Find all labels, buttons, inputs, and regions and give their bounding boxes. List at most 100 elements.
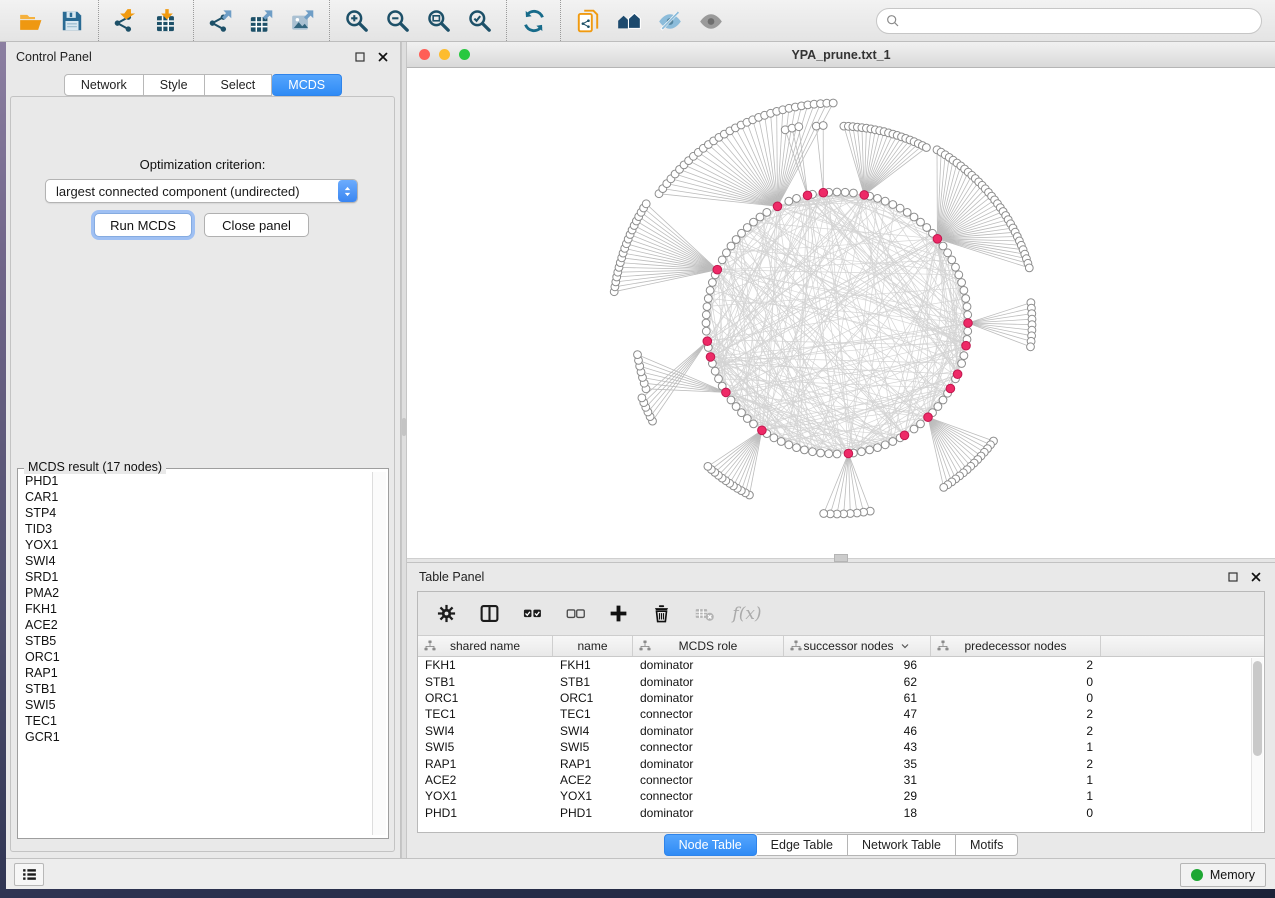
network-dominator-node[interactable] <box>953 370 962 379</box>
network-node[interactable] <box>703 303 711 311</box>
mcds-result-item[interactable]: SWI5 <box>25 697 370 713</box>
table-cell[interactable]: 43 <box>784 740 931 754</box>
table-cell[interactable]: dominator <box>633 806 784 820</box>
import-table-button[interactable] <box>146 4 187 38</box>
tab-mcds[interactable]: MCDS <box>272 74 342 96</box>
task-history-button[interactable] <box>14 863 44 886</box>
network-hscroll-thumb[interactable] <box>834 554 848 562</box>
network-node[interactable] <box>634 351 642 359</box>
network-node[interactable] <box>960 287 968 295</box>
table-cell[interactable]: SWI4 <box>418 724 553 738</box>
network-node[interactable] <box>777 438 785 446</box>
tab-select[interactable]: Select <box>205 74 273 96</box>
network-node[interactable] <box>889 438 897 446</box>
table-cell[interactable]: ACE2 <box>553 773 633 787</box>
mcds-result-item[interactable]: ACE2 <box>25 617 370 633</box>
network-dominator-node[interactable] <box>962 341 971 350</box>
network-node[interactable] <box>948 256 956 264</box>
first-neighbors-button[interactable] <box>608 4 649 38</box>
network-node[interactable] <box>955 271 963 279</box>
export-table-button[interactable] <box>241 4 282 38</box>
tab-network[interactable]: Network <box>64 74 144 96</box>
network-node[interactable] <box>964 327 972 335</box>
table-row[interactable]: STB1STB1dominator620 <box>418 673 1264 689</box>
column-header-predecessor-nodes[interactable]: predecessor nodes <box>931 636 1101 656</box>
network-node[interactable] <box>903 209 911 217</box>
table-cell[interactable]: 61 <box>784 691 931 705</box>
network-dominator-node[interactable] <box>722 388 731 397</box>
network-node[interactable] <box>702 319 710 327</box>
network-node[interactable] <box>795 123 803 131</box>
network-node[interactable] <box>715 375 723 383</box>
split-columns-button[interactable] <box>477 602 501 626</box>
refresh-button[interactable] <box>513 4 554 38</box>
table-row[interactable]: TEC1TEC1connector472 <box>418 706 1264 722</box>
result-scrollbar[interactable] <box>372 472 386 835</box>
network-node[interactable] <box>825 450 833 458</box>
table-cell[interactable]: PHD1 <box>418 806 553 820</box>
network-node[interactable] <box>820 510 828 518</box>
table-cell[interactable]: 1 <box>931 740 1101 754</box>
tab-edge-table[interactable]: Edge Table <box>757 834 848 856</box>
table-cell[interactable]: 18 <box>784 806 931 820</box>
network-node[interactable] <box>952 263 960 271</box>
mcds-result-item[interactable]: STB1 <box>25 681 370 697</box>
table-cell[interactable]: FKH1 <box>553 658 633 672</box>
network-node[interactable] <box>711 367 719 375</box>
network-node[interactable] <box>732 403 740 411</box>
zoom-out-button[interactable] <box>377 4 418 38</box>
table-cell[interactable]: 47 <box>784 707 931 721</box>
zoom-in-button[interactable] <box>336 4 377 38</box>
tab-network-table[interactable]: Network Table <box>848 834 956 856</box>
table-cell[interactable]: dominator <box>633 675 784 689</box>
network-node[interactable] <box>889 201 897 209</box>
network-dominator-node[interactable] <box>803 191 812 200</box>
network-node[interactable] <box>829 99 837 107</box>
table-row[interactable]: YOX1YOX1connector291 <box>418 788 1264 804</box>
network-node[interactable] <box>709 279 717 287</box>
table-cell[interactable]: SWI4 <box>553 724 633 738</box>
table-row[interactable]: PHD1PHD1dominator180 <box>418 805 1264 821</box>
table-cell[interactable]: 29 <box>784 789 931 803</box>
column-header-successor-nodes[interactable]: successor nodes <box>784 636 931 656</box>
network-node[interactable] <box>833 188 841 196</box>
network-node[interactable] <box>896 204 904 212</box>
tab-style[interactable]: Style <box>144 74 205 96</box>
network-dominator-node[interactable] <box>946 384 955 393</box>
network-node[interactable] <box>841 188 849 196</box>
delete-button[interactable] <box>649 602 673 626</box>
column-header-mcds-role[interactable]: MCDS role <box>633 636 784 656</box>
splitter-thumb[interactable] <box>402 418 406 436</box>
memory-button[interactable]: Memory <box>1180 863 1266 887</box>
table-cell[interactable]: FKH1 <box>418 658 553 672</box>
network-node[interactable] <box>910 213 918 221</box>
network-node[interactable] <box>963 303 971 311</box>
mcds-result-item[interactable]: PHD1 <box>25 473 370 489</box>
table-cell[interactable]: SWI5 <box>418 740 553 754</box>
table-cell[interactable]: STB1 <box>553 675 633 689</box>
close-panel-icon[interactable] <box>376 50 390 64</box>
table-cell[interactable]: TEC1 <box>418 707 553 721</box>
table-row[interactable]: FKH1FKH1dominator962 <box>418 657 1264 673</box>
mcds-result-item[interactable]: TEC1 <box>25 713 370 729</box>
network-dominator-node[interactable] <box>773 202 782 211</box>
network-node[interactable] <box>850 189 858 197</box>
network-node[interactable] <box>723 249 731 257</box>
mcds-result-item[interactable]: STB5 <box>25 633 370 649</box>
network-node[interactable] <box>944 249 952 257</box>
table-cell[interactable]: 2 <box>931 724 1101 738</box>
float-panel-icon[interactable] <box>353 50 367 64</box>
table-cell[interactable]: ACE2 <box>418 773 553 787</box>
network-node[interactable] <box>638 394 646 402</box>
table-cell[interactable]: dominator <box>633 658 784 672</box>
network-dominator-node[interactable] <box>964 319 973 328</box>
import-network-button[interactable] <box>105 4 146 38</box>
table-cell[interactable]: RAP1 <box>418 757 553 771</box>
deselect-all-button[interactable] <box>563 602 587 626</box>
network-node[interactable] <box>962 295 970 303</box>
network-node[interactable] <box>642 200 650 208</box>
table-cell[interactable]: 1 <box>931 773 1101 787</box>
table-cell[interactable]: 1 <box>931 789 1101 803</box>
mcds-result-item[interactable]: TID3 <box>25 521 370 537</box>
table-cell[interactable]: ORC1 <box>418 691 553 705</box>
